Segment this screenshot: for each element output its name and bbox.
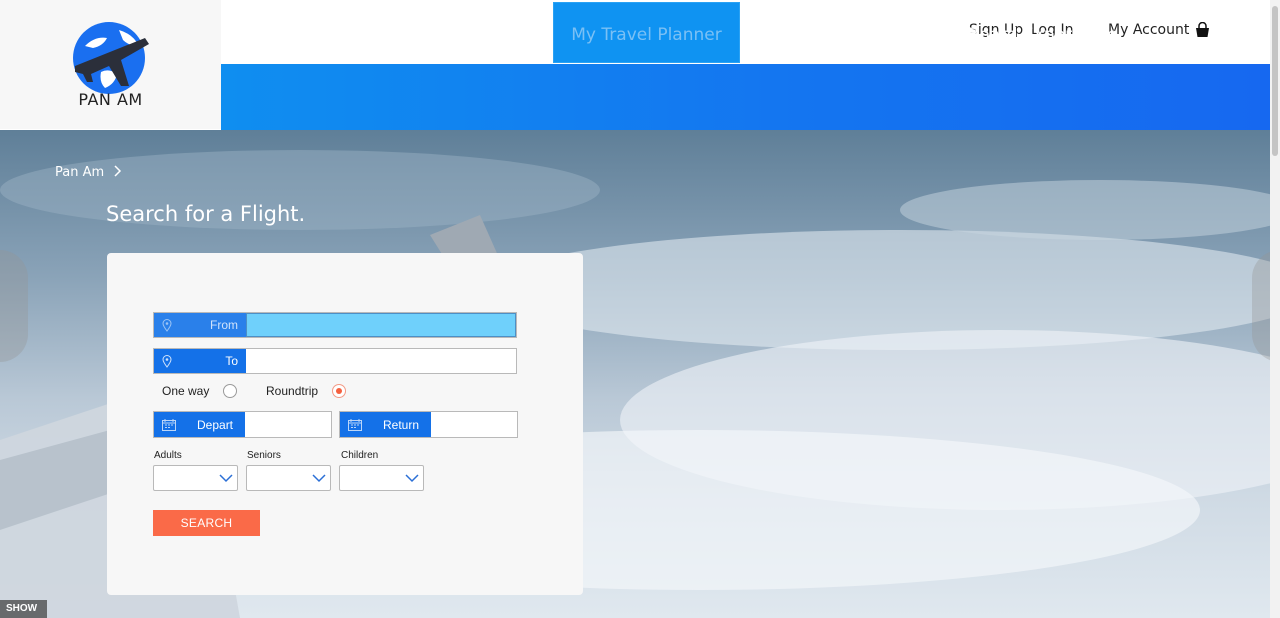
depart-date-input[interactable] — [245, 412, 331, 437]
nav-on-board-experience[interactable]: On Board Experience — [938, 0, 1118, 66]
one-way-radio[interactable] — [223, 384, 237, 398]
to-field: To — [153, 348, 517, 374]
globe-plane-icon — [73, 22, 149, 94]
one-way-label: One way — [162, 384, 210, 398]
return-field[interactable]: Return — [339, 411, 518, 438]
nav-search-flights[interactable]: Search Flights — [394, 0, 514, 66]
roundtrip-radio[interactable] — [332, 384, 346, 398]
show-toggle[interactable]: SHOW — [0, 600, 47, 618]
return-date-input[interactable] — [431, 412, 517, 437]
calendar-icon — [162, 419, 176, 431]
to-input[interactable] — [246, 349, 516, 373]
scrollbar-thumb[interactable] — [1272, 6, 1278, 156]
carousel-prev-button[interactable] — [0, 250, 28, 362]
chevron-down-icon — [312, 474, 326, 483]
chevron-right-icon — [114, 165, 122, 177]
from-input[interactable] — [246, 313, 516, 337]
chevron-down-icon — [405, 474, 419, 483]
return-label: Return — [340, 412, 431, 437]
brand-name: PAN AM — [78, 90, 143, 109]
shopping-bag-icon[interactable] — [1195, 22, 1210, 38]
page-title: Search for a Flight. — [106, 202, 306, 226]
from-label: From — [154, 313, 246, 337]
nav-browse-deals[interactable]: Browse Deals — [770, 0, 885, 66]
main-navigation — [221, 64, 1270, 130]
location-pin-icon — [162, 355, 172, 368]
logo[interactable]: PAN AM — [0, 0, 221, 129]
nav-my-travel-planner[interactable]: My Travel Planner — [553, 2, 740, 63]
breadcrumb-home[interactable]: Pan Am — [55, 165, 104, 180]
seniors-select[interactable] — [246, 465, 331, 491]
depart-field[interactable]: Depart — [153, 411, 332, 438]
search-button[interactable]: SEARCH — [153, 510, 260, 536]
adults-label: Adults — [154, 450, 182, 461]
children-select[interactable] — [339, 465, 424, 491]
roundtrip-label: Roundtrip — [266, 384, 319, 398]
depart-label: Depart — [154, 412, 245, 437]
seniors-label: Seniors — [247, 450, 281, 461]
to-label: To — [154, 349, 246, 373]
my-account-link[interactable]: My Account — [1108, 22, 1189, 38]
chevron-down-icon — [219, 474, 233, 483]
from-field: From — [153, 312, 517, 338]
adults-select[interactable] — [153, 465, 238, 491]
calendar-icon — [348, 419, 362, 431]
location-pin-icon — [162, 319, 172, 332]
children-label: Children — [341, 450, 379, 461]
